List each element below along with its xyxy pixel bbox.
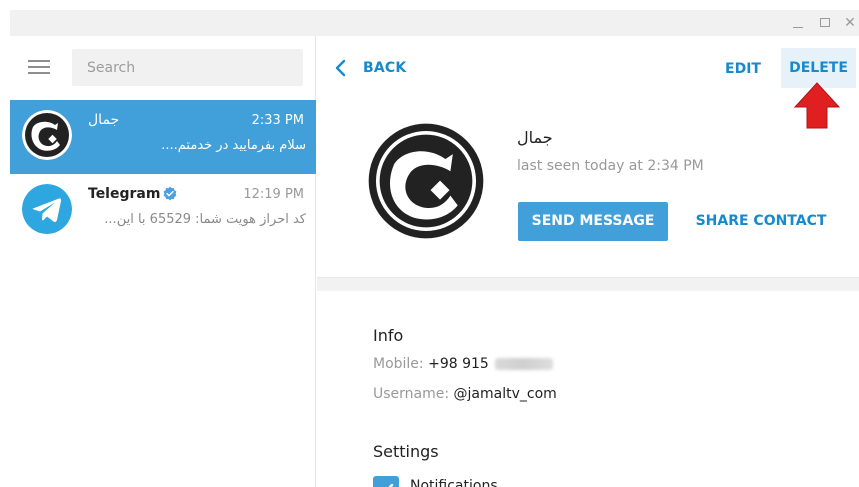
mobile-label: Mobile: [373,356,424,372]
chat-list-panel: جمال 2:33 PM سلام بفرمایید در خدمتم.... … [10,36,316,487]
chat-time: 2:33 PM [251,113,304,128]
profile-panel: BACK EDIT DELETE جمال last seen today at… [317,36,859,487]
redacted-number [494,358,553,370]
chat-preview: سلام بفرمایید در خدمتم.... [161,138,306,153]
menu-line [28,66,50,68]
outer-top-margin [0,0,859,10]
chat-preview: کد احراز هویت شما: 65529 با این... [104,212,306,227]
close-button[interactable]: ✕ [840,12,859,34]
notifications-label[interactable]: Notifications [410,478,498,487]
notifications-checkbox[interactable] [373,476,399,487]
telegram-logo-icon [22,184,72,234]
checkmark-icon [388,483,394,487]
hamburger-menu-icon[interactable] [28,58,50,74]
search-input[interactable] [72,49,303,86]
chat-name: جمال [88,112,120,128]
verified-badge-icon [162,186,178,202]
share-contact-button[interactable]: SHARE CONTACT [691,202,831,241]
back-button[interactable]: BACK [331,58,406,78]
username-row: Username: @jamaltv_com [373,386,557,402]
maximize-button[interactable] [815,12,835,34]
menu-line [28,72,50,74]
info-section-title: Info [373,326,404,345]
mobile-row: Mobile: +98 915 [373,356,553,372]
maximize-icon [820,18,830,27]
red-arrow-up-icon [793,82,841,129]
jim-logo-icon [365,120,487,242]
telegram-window: ✕ جمال 2:33 PM سلام بفرمایید در خدمتم...… [0,0,859,487]
section-divider [317,277,859,291]
back-label: BACK [363,60,407,76]
jim-logo-icon [22,110,72,160]
minimize-button[interactable] [788,12,808,34]
username-value[interactable]: @jamaltv_com [454,386,557,402]
minimize-icon [793,27,803,28]
chat-time: 12:19 PM [243,187,304,202]
close-icon: ✕ [844,15,856,31]
username-label: Username: [373,386,450,402]
send-message-button[interactable]: SEND MESSAGE [518,202,668,241]
edit-button[interactable]: EDIT [713,52,773,86]
title-bar: ✕ [10,10,859,36]
profile-avatar [365,120,487,242]
chat-item-telegram[interactable]: Telegram 12:19 PM کد احراز هویت شما: 655… [10,174,316,248]
chat-item-jamal[interactable]: جمال 2:33 PM سلام بفرمایید در خدمتم.... [10,100,316,174]
menu-line [28,60,50,62]
last-seen-status: last seen today at 2:34 PM [517,158,704,174]
profile-name: جمال [517,128,553,147]
settings-section-title: Settings [373,442,439,461]
outer-left-margin [0,0,10,487]
chevron-left-icon [335,59,346,77]
mobile-value[interactable]: +98 915 [428,356,489,372]
chat-name: Telegram [88,186,161,202]
